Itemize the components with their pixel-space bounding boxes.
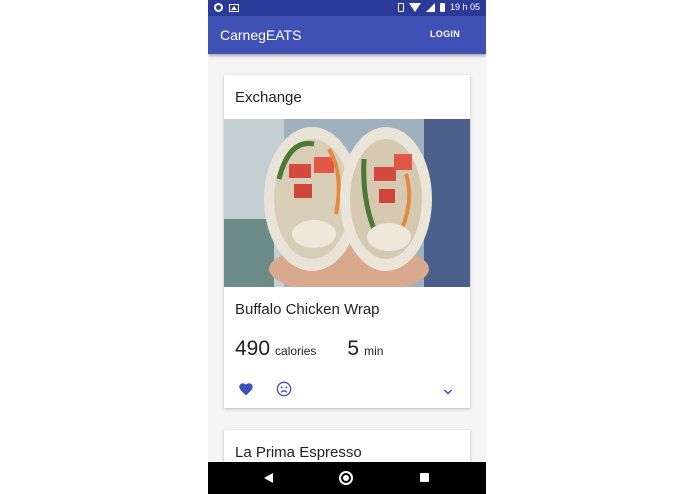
vibrate-icon	[397, 2, 404, 12]
login-button[interactable]: LOGIN	[430, 29, 460, 39]
navigation-bar	[208, 462, 486, 494]
phone-screen: 19 h 05 CarnegEATS LOGIN Exchange Buffal…	[208, 0, 486, 494]
sad-face-icon[interactable]	[276, 381, 292, 402]
back-icon[interactable]	[264, 473, 273, 483]
app-title: CarnegEATS	[220, 27, 302, 43]
time-value: 5	[347, 337, 360, 360]
signal-icon	[425, 2, 435, 12]
status-bar: 19 h 05	[208, 0, 486, 16]
chevron-down-icon[interactable]	[442, 384, 454, 402]
home-icon[interactable]	[339, 471, 353, 485]
app-bar: CarnegEATS LOGIN	[208, 16, 486, 54]
location-title: La Prima Espresso	[235, 444, 362, 461]
location-title: Exchange	[235, 89, 302, 106]
calories-unit: calories	[275, 344, 317, 358]
battery-icon	[439, 2, 445, 12]
nutrition-stats: 490 calories 5 min	[235, 337, 383, 361]
status-time: 19 h 05	[449, 2, 480, 12]
heart-icon[interactable]	[238, 382, 254, 401]
food-card[interactable]: Exchange Buffalo Chicken Wrap 490 calori…	[224, 75, 470, 408]
image-notification-icon	[229, 3, 239, 12]
food-photo	[224, 119, 470, 287]
wifi-icon	[408, 2, 421, 12]
notification-dot-icon	[214, 3, 223, 12]
recent-apps-icon[interactable]	[420, 473, 429, 482]
calories-value: 490	[235, 337, 271, 360]
card-actions	[224, 381, 470, 401]
dish-name: Buffalo Chicken Wrap	[235, 301, 380, 318]
time-unit: min	[364, 344, 384, 358]
